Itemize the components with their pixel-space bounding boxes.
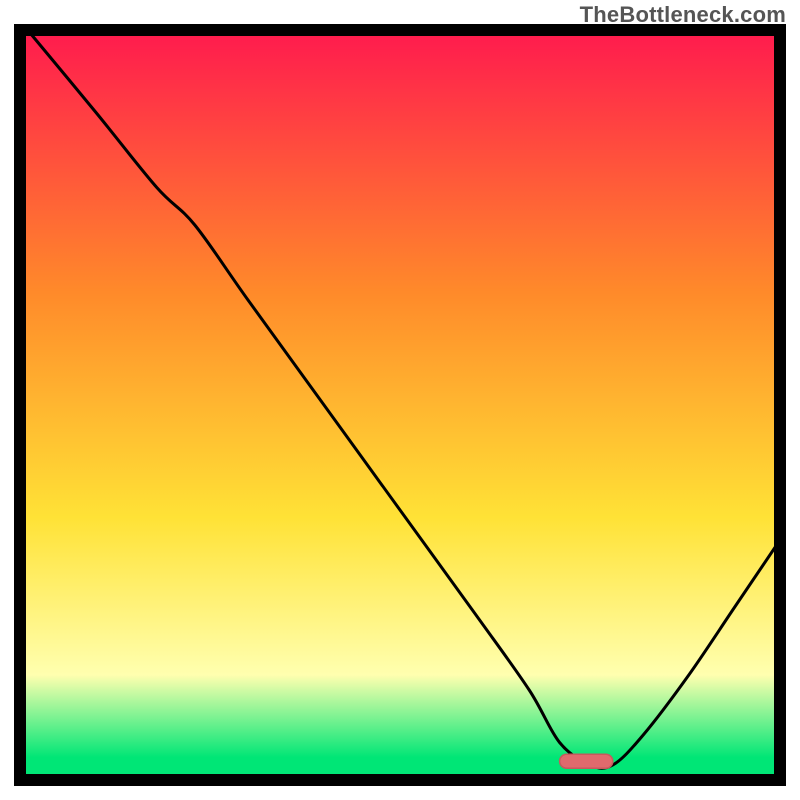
optimum-marker [560,754,613,768]
bottleneck-chart [0,0,800,800]
gradient-background [20,30,780,780]
chart-container: { "watermark": "TheBottleneck.com", "col… [0,0,800,800]
watermark-text: TheBottleneck.com [580,2,786,28]
